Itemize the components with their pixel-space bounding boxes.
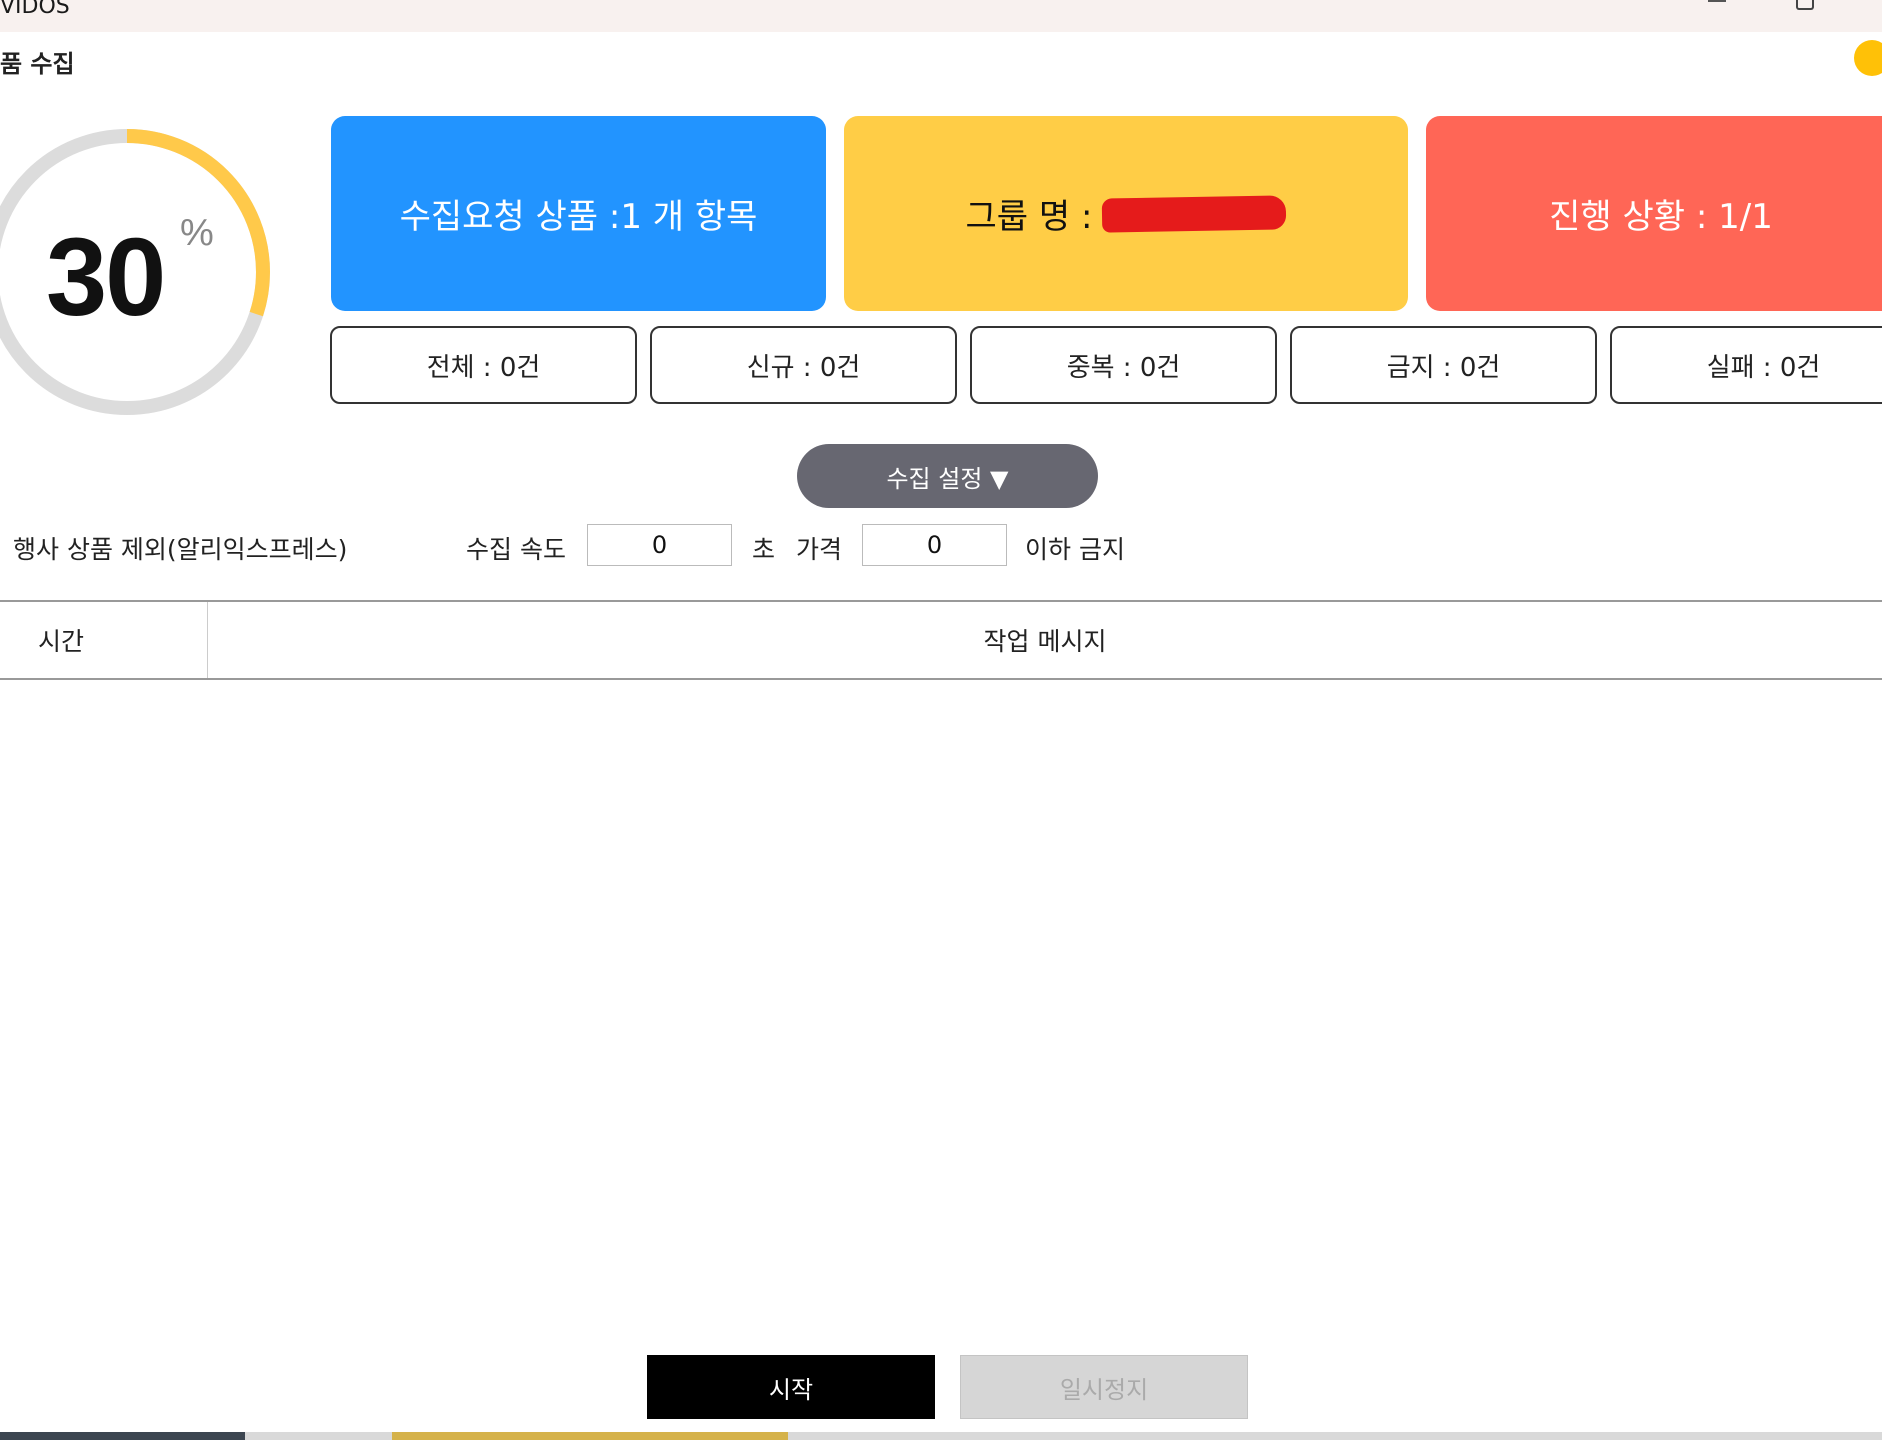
collect-settings-label: 수집 설정 ▼ [886,464,1009,493]
request-count-card: 수집요청 상품 :1 개 항목 [331,116,826,311]
exclude-event-label[interactable]: 행사 상품 제외(알리익스프레스) [13,530,347,566]
title-bar: VIDOS [0,0,1882,32]
maximize-icon[interactable] [1796,0,1814,10]
window-title: VIDOS [0,0,70,19]
column-message: 작업 메시지 [208,602,1882,678]
count-new[interactable]: 신규 : 0건 [650,326,957,404]
count-banned[interactable]: 금지 : 0건 [1290,326,1597,404]
count-failed-label: 실패 : 0건 [1706,352,1821,383]
count-total-label: 전체 : 0건 [426,352,541,383]
log-table-body[interactable] [0,680,1882,1340]
minimize-icon[interactable] [1708,0,1726,2]
collect-settings-button[interactable]: 수집 설정 ▼ [797,444,1098,508]
price-label: 가격 [796,535,843,564]
page-title: 품 수집 [0,50,75,78]
log-table-header: 시간 작업 메시지 [0,600,1882,680]
speed-label: 수집 속도 [466,535,566,564]
price-input[interactable] [862,524,1007,566]
redacted-mark [1102,194,1287,233]
seconds-label: 초 [752,535,776,564]
progress-percent-value: 30 [46,216,166,339]
request-count-label: 수집요청 상품 :1 개 항목 [399,197,758,237]
start-button[interactable]: 시작 [647,1355,935,1419]
count-total[interactable]: 전체 : 0건 [330,326,637,404]
progress-percent-unit: % [180,212,214,254]
group-name-label: 그룹 명 : [965,197,1093,237]
taskbar-dark-segment [0,1432,245,1440]
count-failed[interactable]: 실패 : 0건 [1610,326,1882,404]
column-message-label: 작업 메시지 [983,627,1107,656]
status-dot-icon [1854,40,1882,76]
speed-input[interactable] [587,524,732,566]
count-banned-label: 금지 : 0건 [1386,352,1501,383]
count-duplicate[interactable]: 중복 : 0건 [970,326,1277,404]
progress-status-label: 진행 상황 : 1/1 [1549,197,1773,237]
taskbar-strip [0,1432,1882,1440]
column-time: 시간 [0,602,208,678]
column-time-label: 시간 [38,627,85,656]
taskbar-gold-segment [392,1432,788,1440]
progress-status-card: 진행 상황 : 1/1 [1426,116,1882,311]
count-duplicate-label: 중복 : 0건 [1066,352,1181,383]
below-ban-label: 이하 금지 [1025,535,1125,564]
pause-button[interactable]: 일시정지 [960,1355,1248,1419]
group-name-card: 그룹 명 : [844,116,1408,311]
count-new-label: 신규 : 0건 [746,352,861,383]
